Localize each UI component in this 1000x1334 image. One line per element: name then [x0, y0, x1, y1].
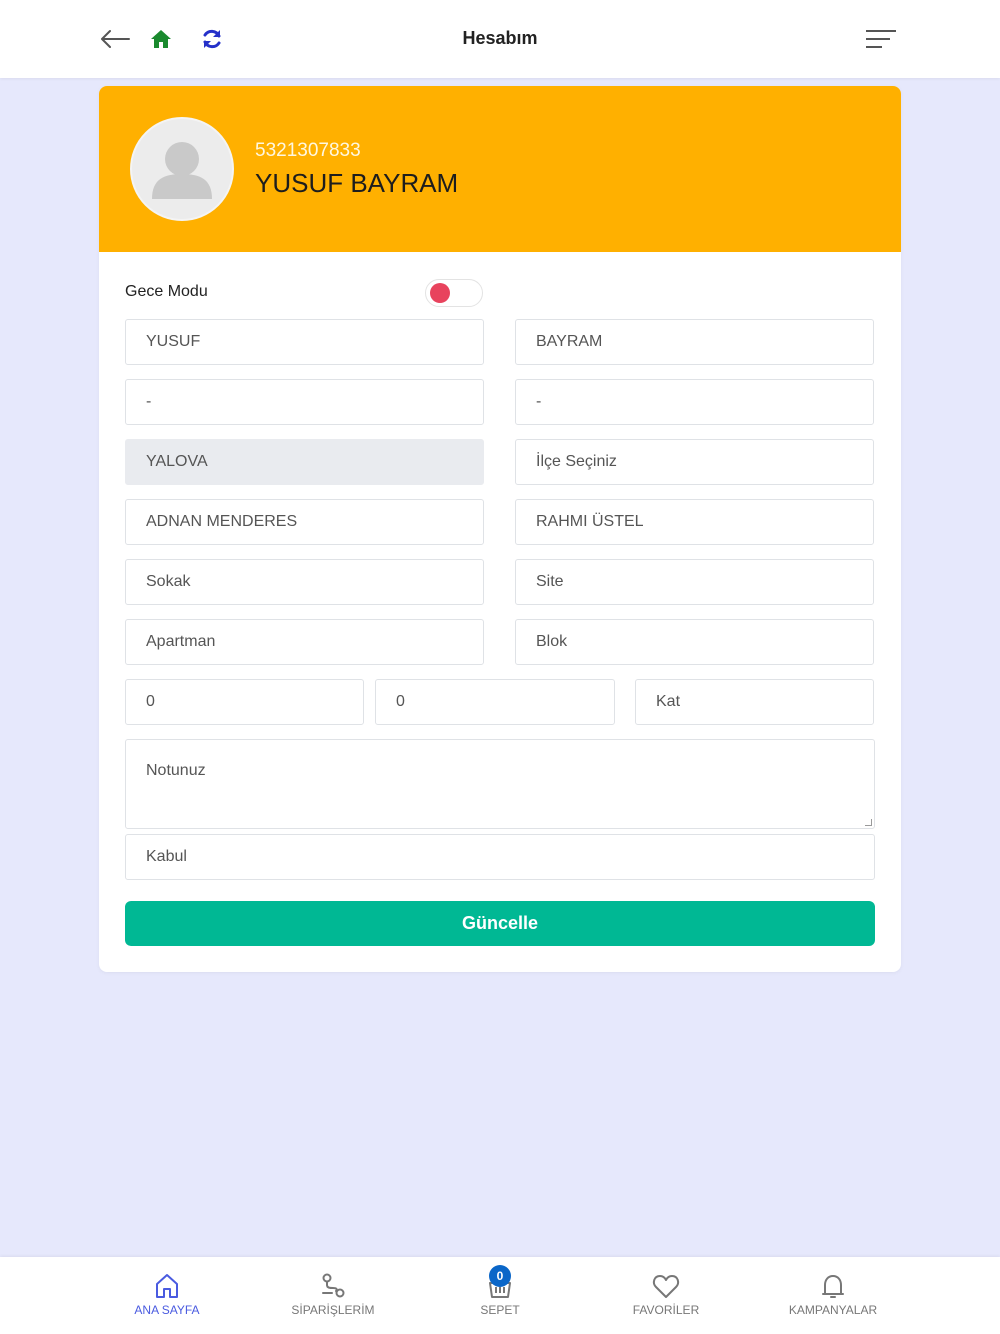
nav-label: SİPARİŞLERİM — [291, 1303, 375, 1317]
city-select[interactable]: YALOVA — [125, 439, 484, 485]
district-select[interactable]: İlçe Seçiniz — [515, 439, 874, 485]
nav-item-home[interactable]: ANA SAYFA — [97, 1257, 237, 1334]
site-input[interactable]: Site — [515, 559, 874, 605]
basket-count-badge: 0 — [489, 1265, 511, 1287]
night-mode-toggle[interactable] — [425, 279, 483, 307]
heart-icon — [651, 1271, 681, 1301]
nav-item-orders[interactable]: SİPARİŞLERİM — [263, 1257, 403, 1334]
note-textarea[interactable]: Notunuz — [125, 739, 875, 829]
toggle-knob — [430, 283, 450, 303]
top-bar: Hesabım — [0, 0, 1000, 78]
basket-icon: 0 — [485, 1265, 515, 1301]
account-card: 5321307833 YUSUF BAYRAM Gece Modu YUSUF … — [99, 86, 901, 972]
night-mode-label: Gece Modu — [125, 283, 208, 300]
hamburger-menu-icon[interactable] — [864, 24, 898, 54]
floor-input[interactable]: Kat — [635, 679, 874, 725]
block-input[interactable]: Blok — [515, 619, 874, 665]
street-main-input[interactable]: RAHMI ÜSTEL — [515, 499, 874, 545]
apartment-input[interactable]: Apartman — [125, 619, 484, 665]
profile-phone: 5321307833 — [255, 140, 361, 161]
page-title: Hesabım — [462, 28, 538, 48]
street-input[interactable]: Sokak — [125, 559, 484, 605]
note-placeholder: Notunuz — [146, 762, 206, 779]
user-placeholder-icon — [152, 142, 212, 199]
accept-input[interactable]: Kabul — [125, 834, 875, 880]
profile-header: 5321307833 YUSUF BAYRAM — [99, 86, 901, 252]
bell-icon — [818, 1271, 848, 1301]
bottom-nav: ANA SAYFA SİPARİŞLERİM 0 SEPET FAVORİLER… — [0, 1257, 1000, 1334]
neighborhood-input[interactable]: ADNAN MENDERES — [125, 499, 484, 545]
nav-item-campaigns[interactable]: KAMPANYALAR — [763, 1257, 903, 1334]
field-input-3[interactable]: - — [125, 379, 484, 425]
nav-label: KAMPANYALAR — [788, 1303, 878, 1317]
nav-label: ANA SAYFA — [134, 1303, 200, 1317]
number-input-2[interactable]: 0 — [375, 679, 615, 725]
profile-name: YUSUF BAYRAM — [255, 168, 459, 198]
home-outline-icon — [152, 1271, 182, 1301]
nav-label: SEPET — [480, 1303, 520, 1317]
resize-handle[interactable] — [865, 819, 872, 826]
nav-item-favorites[interactable]: FAVORİLER — [596, 1257, 736, 1334]
nav-label: FAVORİLER — [632, 1303, 700, 1317]
avatar — [130, 117, 234, 221]
number-input-1[interactable]: 0 — [125, 679, 364, 725]
nav-item-basket[interactable]: 0 SEPET — [430, 1257, 570, 1334]
update-button[interactable]: Güncelle — [125, 901, 875, 946]
last-name-input[interactable]: BAYRAM — [515, 319, 874, 365]
first-name-input[interactable]: YUSUF — [125, 319, 484, 365]
field-input-4[interactable]: - — [515, 379, 874, 425]
route-icon — [318, 1271, 348, 1301]
